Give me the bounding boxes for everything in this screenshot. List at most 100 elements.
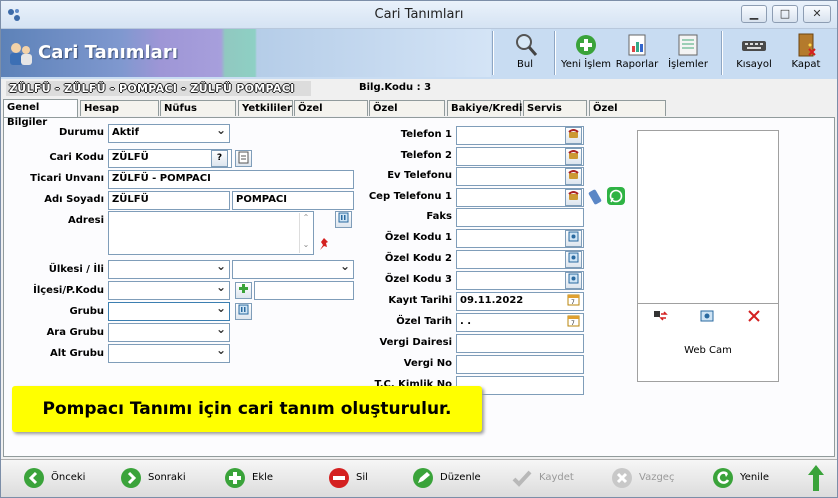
ara-grubu-select[interactable] xyxy=(108,322,230,342)
sms-icon[interactable] xyxy=(587,188,605,206)
window-title: Cari Tanımları xyxy=(374,7,464,22)
phone-icon[interactable] xyxy=(565,148,582,165)
duzenle-button[interactable]: Düzenle xyxy=(412,466,492,490)
webcam-label: Web Cam xyxy=(684,345,732,356)
tab-nufus-bilgileri[interactable]: Nüfus Bilgileri xyxy=(160,100,236,129)
add-ilce-icon[interactable] xyxy=(235,282,252,299)
grubu-select[interactable] xyxy=(108,301,230,321)
alt-grubu-select[interactable] xyxy=(108,343,230,363)
lookup-icon[interactable] xyxy=(565,272,582,289)
tab-bakiye-kredi[interactable]: Bakiye/Kredi xyxy=(447,100,522,116)
soyadi-field[interactable]: POMPACI xyxy=(232,191,354,210)
close-window-button[interactable]: ✕ xyxy=(803,5,831,23)
phone-icon[interactable] xyxy=(565,168,582,185)
onceki-button[interactable]: Önceki xyxy=(23,466,103,490)
telefon2-label: Telefon 2 xyxy=(400,150,452,161)
kisayol-button[interactable]: Kısayol xyxy=(724,31,784,75)
pin-icon[interactable] xyxy=(316,236,332,252)
photo-area[interactable] xyxy=(638,131,778,303)
ozel-kodu1-label: Özel Kodu 1 xyxy=(384,232,452,243)
cep-telefonu1-label: Cep Telefonu 1 xyxy=(368,191,452,202)
document-icon[interactable] xyxy=(235,150,252,167)
vazgec-label: Vazgeç xyxy=(639,472,675,483)
durumu-select[interactable]: Aktif xyxy=(108,123,230,143)
ulkesi-select[interactable] xyxy=(108,259,230,279)
tab-servis-bilg[interactable]: Servis Bilg. xyxy=(523,100,587,129)
ozel-tarih-label: Özel Tarih xyxy=(396,316,452,327)
tab-hesap-bilgileri[interactable]: Hesap Bilgileri xyxy=(80,100,159,129)
maximize-button[interactable]: □ xyxy=(772,5,798,23)
title-bar: Cari Tanımları ▁ □ ✕ xyxy=(1,1,837,29)
tab-ozel-tanimlar[interactable]: Özel Tanımlar xyxy=(589,100,666,129)
phone-icon[interactable] xyxy=(565,127,582,144)
vergi-dairesi-label: Vergi Dairesi xyxy=(379,337,452,348)
sonraki-button[interactable]: Sonraki xyxy=(120,466,200,490)
photo-divider xyxy=(638,303,778,304)
toolbar-separator xyxy=(492,31,494,75)
svg-text:7: 7 xyxy=(571,299,575,306)
delete-circle-icon xyxy=(329,468,349,488)
lookup-icon[interactable] xyxy=(565,251,582,268)
whatsapp-icon[interactable] xyxy=(607,187,625,205)
refresh-icon xyxy=(713,468,733,488)
sil-button[interactable]: Sil xyxy=(328,466,388,490)
il-select[interactable] xyxy=(232,259,354,279)
ekle-label: Ekle xyxy=(252,472,274,483)
phone-icon[interactable] xyxy=(565,189,582,206)
kaydet-label: Kaydet xyxy=(539,472,574,483)
banner-title: Cari Tanımları xyxy=(38,42,178,63)
tab-ozel-bilgiler-1[interactable]: Özel Bilgiler 1 xyxy=(294,100,368,129)
bilg-kodu: Bilg.Kodu : 3 xyxy=(359,82,432,93)
tab-yetkililer[interactable]: Yetkililer xyxy=(238,100,293,116)
vergi-dairesi-field[interactable] xyxy=(456,334,584,353)
record-header: ZÜLFÜ - ZÜLFÜ - POMPACI - ZÜLFÜ POMPACI … xyxy=(1,79,837,97)
alt-grubu-label: Alt Grubu xyxy=(50,348,104,359)
adi-field[interactable]: ZÜLFÜ xyxy=(108,191,230,210)
arrow-right-icon xyxy=(121,468,141,488)
onceki-label: Önceki xyxy=(51,472,86,483)
bul-button[interactable]: Bul xyxy=(495,31,555,75)
calendar-icon[interactable]: 7 xyxy=(565,293,582,310)
grubu-detail-icon[interactable] xyxy=(235,303,252,320)
calendar-icon[interactable]: 7 xyxy=(565,314,582,331)
users-icon xyxy=(10,43,32,65)
islemler-button[interactable]: İşlemler xyxy=(658,31,718,75)
ilcesi-pkodu-label: İlçesi/P.Kodu xyxy=(33,285,104,296)
ara-grubu-label: Ara Grubu xyxy=(46,327,104,338)
sil-label: Sil xyxy=(356,472,368,483)
minimize-button[interactable]: ▁ xyxy=(741,5,767,23)
faks-field[interactable] xyxy=(456,208,584,227)
webcam-icon[interactable] xyxy=(699,309,715,323)
yenile-label: Yenile xyxy=(740,472,769,483)
islemler-label: İşlemler xyxy=(668,59,708,70)
ekle-button[interactable]: Ekle xyxy=(224,466,294,490)
toolbar-separator xyxy=(721,31,723,75)
yenile-button[interactable]: Yenile xyxy=(712,466,792,490)
operations-icon xyxy=(678,34,698,56)
kapat-button[interactable]: Kapat xyxy=(776,31,836,75)
add-circle-icon xyxy=(225,468,245,488)
adresi-textarea[interactable] xyxy=(108,211,314,255)
delete-photo-icon[interactable] xyxy=(746,309,762,323)
faks-label: Faks xyxy=(426,211,452,222)
tab-genel-bilgiler[interactable]: Genel Bilgiler xyxy=(3,99,78,128)
adresi-scrollbar[interactable]: ⌃ ⌄ xyxy=(299,213,312,253)
kaydet-button[interactable]: Kaydet xyxy=(511,466,591,490)
posta-kodu-field[interactable] xyxy=(254,281,354,300)
cari-kodu-lookup-button[interactable]: ? xyxy=(211,150,228,167)
adi-soyadi-label: Adı Soyadı xyxy=(44,194,104,205)
hint-text: Pompacı Tanımı için cari tanım oluşturul… xyxy=(42,399,452,419)
vergi-no-field[interactable] xyxy=(456,355,584,374)
kapat-label: Kapat xyxy=(791,59,821,70)
kisayol-label: Kısayol xyxy=(736,59,772,70)
lookup-icon[interactable] xyxy=(565,230,582,247)
photo-transfer-icon[interactable] xyxy=(652,309,668,323)
header-area: Cari Tanımları Bul Yeni İşlem Raporlar İ… xyxy=(1,29,837,79)
sonraki-label: Sonraki xyxy=(148,472,186,483)
scroll-top-icon[interactable] xyxy=(807,464,825,492)
ticari-unvani-field[interactable]: ZÜLFÜ - POMPACI xyxy=(108,170,354,189)
vazgec-button[interactable]: Vazgeç xyxy=(611,466,691,490)
checkmark-icon xyxy=(512,470,532,487)
tab-ozel-bilgiler-2[interactable]: Özel Bilgiler 2 xyxy=(369,100,445,129)
ilcesi-select[interactable] xyxy=(108,280,230,300)
